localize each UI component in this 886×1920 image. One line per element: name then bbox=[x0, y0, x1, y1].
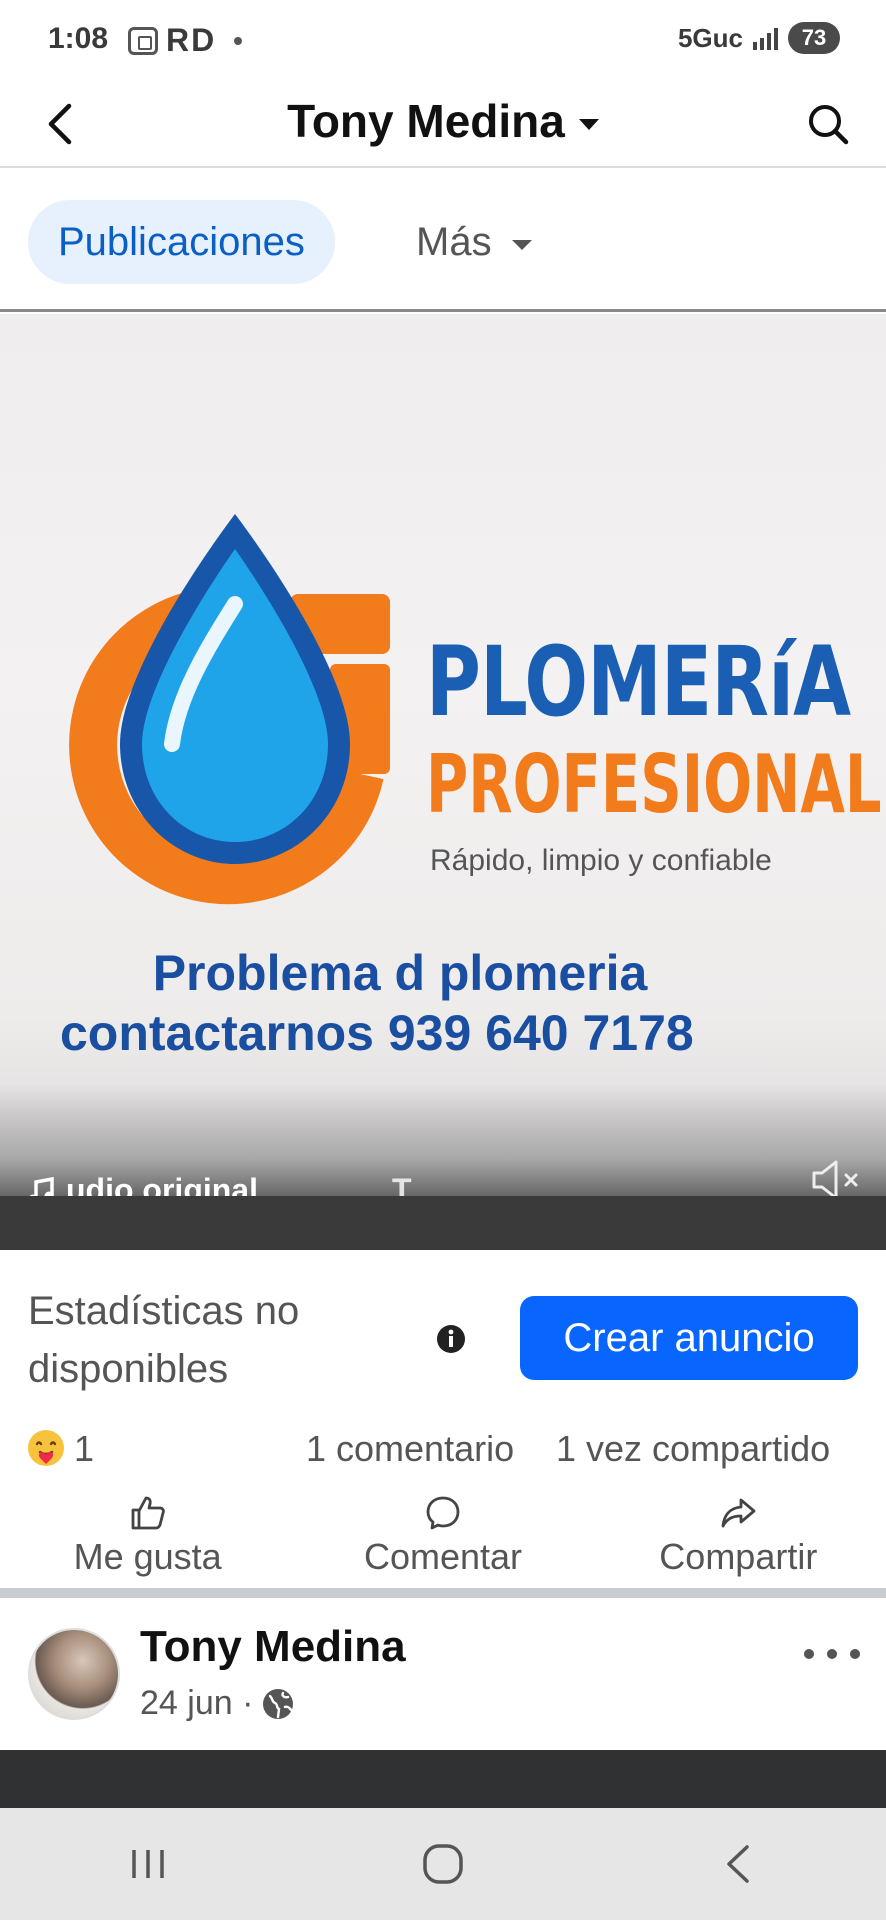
profile-switcher[interactable]: Tony Medina bbox=[0, 94, 886, 148]
battery-icon: 73 bbox=[788, 22, 840, 54]
post-meta: 24 jun · bbox=[140, 1684, 295, 1723]
tab-more[interactable]: Más bbox=[416, 200, 532, 284]
search-button[interactable] bbox=[798, 94, 858, 154]
screenshot-icon bbox=[128, 26, 158, 55]
post-date[interactable]: 24 jun · bbox=[140, 1684, 253, 1723]
system-back-icon bbox=[727, 1845, 750, 1883]
network-type: 5Guc bbox=[677, 22, 743, 53]
reaction-summary: 1 1 comentario 1 vez compartido bbox=[0, 1420, 886, 1480]
promo-text-line1: Problema d plomeria bbox=[152, 945, 648, 1001]
globe-icon bbox=[263, 1688, 294, 1719]
post-action-bar: Me gusta Comentar Compartir bbox=[0, 1494, 886, 1588]
notification-dot-icon bbox=[234, 36, 243, 45]
share-arrow-icon bbox=[721, 1498, 756, 1528]
more-dot-icon bbox=[850, 1649, 860, 1659]
status-bar: 1:08 RD 5Guc 73 bbox=[0, 0, 886, 80]
info-icon[interactable] bbox=[436, 1324, 466, 1354]
profile-tabs: Publicaciones Más bbox=[0, 170, 886, 312]
status-notification-icons: RD bbox=[128, 22, 243, 59]
thumbs-up-icon bbox=[131, 1496, 165, 1530]
comment-bubble-icon bbox=[426, 1496, 460, 1530]
tab-publicaciones[interactable]: Publicaciones bbox=[28, 200, 335, 284]
post-video[interactable]: PLOMERíA PROFESIONAL Rápido, limpio y co… bbox=[0, 314, 886, 1250]
comment-button[interactable]: Comentar bbox=[295, 1494, 590, 1588]
next-post-media-edge bbox=[0, 1750, 886, 1808]
plumbing-logo-icon bbox=[69, 514, 390, 905]
caret-down-icon bbox=[578, 118, 599, 130]
status-time: 1:08 bbox=[48, 22, 109, 55]
care-reaction-icon[interactable] bbox=[26, 1428, 66, 1468]
recent-apps-button[interactable] bbox=[108, 1824, 188, 1904]
avatar[interactable] bbox=[28, 1628, 120, 1720]
like-label: Me gusta bbox=[73, 1536, 222, 1577]
home-button[interactable] bbox=[403, 1824, 483, 1904]
video-progress-area bbox=[0, 1196, 886, 1250]
more-dot-icon bbox=[827, 1649, 837, 1659]
home-icon bbox=[423, 1844, 463, 1884]
share-button[interactable]: Compartir bbox=[591, 1494, 886, 1588]
comment-label: Comentar bbox=[363, 1536, 523, 1577]
post-divider bbox=[0, 1588, 886, 1598]
system-navigation-bar bbox=[0, 1808, 886, 1920]
caret-down-icon bbox=[511, 240, 532, 250]
app-header: Tony Medina bbox=[0, 80, 886, 168]
status-right-icons: 5Guc 73 bbox=[678, 22, 840, 54]
share-label: Compartir bbox=[659, 1536, 818, 1577]
post-options-button[interactable] bbox=[804, 1634, 860, 1674]
comments-count[interactable]: 1 comentario bbox=[306, 1428, 514, 1470]
search-icon bbox=[809, 105, 849, 145]
brand-name: PLOMERíA bbox=[426, 626, 851, 738]
brand-tagline: Rápido, limpio y confiable bbox=[430, 844, 772, 877]
brand-subtitle: PROFESIONAL bbox=[426, 738, 882, 831]
system-back-button[interactable] bbox=[698, 1824, 778, 1904]
like-button[interactable]: Me gusta bbox=[0, 1494, 295, 1588]
more-dot-icon bbox=[804, 1649, 814, 1659]
create-ad-button[interactable]: Crear anuncio bbox=[520, 1296, 858, 1380]
reaction-count[interactable]: 1 bbox=[74, 1428, 94, 1470]
page-title: Tony Medina bbox=[287, 95, 565, 147]
post-insights: Estadísticas no disponibles Crear anunci… bbox=[0, 1252, 886, 1394]
promo-text-line2: contactarnos 939 640 7178 bbox=[60, 1005, 694, 1061]
carrier-letters: RD bbox=[166, 22, 217, 58]
tab-more-label: Más bbox=[416, 219, 492, 264]
signal-icon bbox=[753, 26, 778, 50]
insights-unavailable-text: Estadísticas no disponibles bbox=[28, 1289, 300, 1391]
next-post-header: Tony Medina 24 jun · bbox=[0, 1598, 886, 1750]
post-author-name[interactable]: Tony Medina bbox=[140, 1622, 406, 1672]
shares-count[interactable]: 1 vez compartido bbox=[556, 1428, 830, 1470]
recent-apps-icon bbox=[131, 1850, 164, 1878]
